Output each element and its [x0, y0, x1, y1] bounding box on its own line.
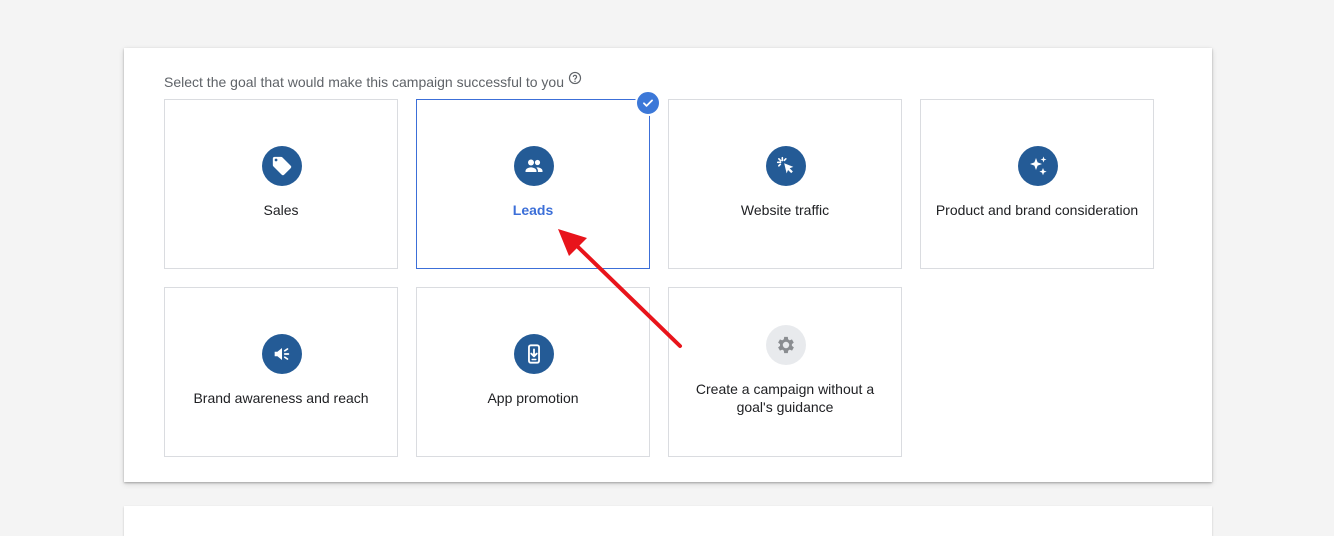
- tag-icon: [262, 146, 302, 186]
- goal-card-product-brand-consideration[interactable]: Product and brand consideration: [920, 99, 1154, 269]
- people-icon: [514, 146, 554, 186]
- goal-card-label: Leads: [512, 202, 554, 218]
- goal-card-label: Create a campaign without a goal's guida…: [695, 381, 875, 415]
- phone-download-icon: [514, 334, 554, 374]
- goal-prompt: Select the goal that would make this cam…: [164, 71, 582, 90]
- help-circle-icon[interactable]: [568, 71, 582, 85]
- goal-prompt-text: Select the goal that would make this cam…: [164, 74, 564, 90]
- goal-card-brand-awareness[interactable]: Brand awareness and reach: [164, 287, 398, 457]
- goal-card-label: Product and brand consideration: [935, 202, 1139, 218]
- goal-card-no-guidance[interactable]: Create a campaign without a goal's guida…: [668, 287, 902, 457]
- cursor-click-icon: [766, 146, 806, 186]
- goal-card-website-traffic[interactable]: Website traffic: [668, 99, 902, 269]
- gear-icon: [766, 325, 806, 365]
- goal-card-leads[interactable]: Leads: [416, 90, 661, 269]
- megaphone-icon: [262, 334, 302, 374]
- goal-card-label: App promotion: [487, 390, 579, 406]
- selected-check-icon: [635, 90, 661, 116]
- goal-card-label: Website traffic: [740, 202, 830, 218]
- sparkle-icon: [1018, 146, 1058, 186]
- goal-card-app-promotion[interactable]: App promotion: [416, 287, 650, 457]
- campaign-goal-panel: Select the goal that would make this cam…: [124, 48, 1212, 482]
- goal-card-sales[interactable]: Sales: [164, 99, 398, 269]
- goal-card-label: Sales: [263, 202, 299, 218]
- goal-card-label: Brand awareness and reach: [193, 390, 369, 406]
